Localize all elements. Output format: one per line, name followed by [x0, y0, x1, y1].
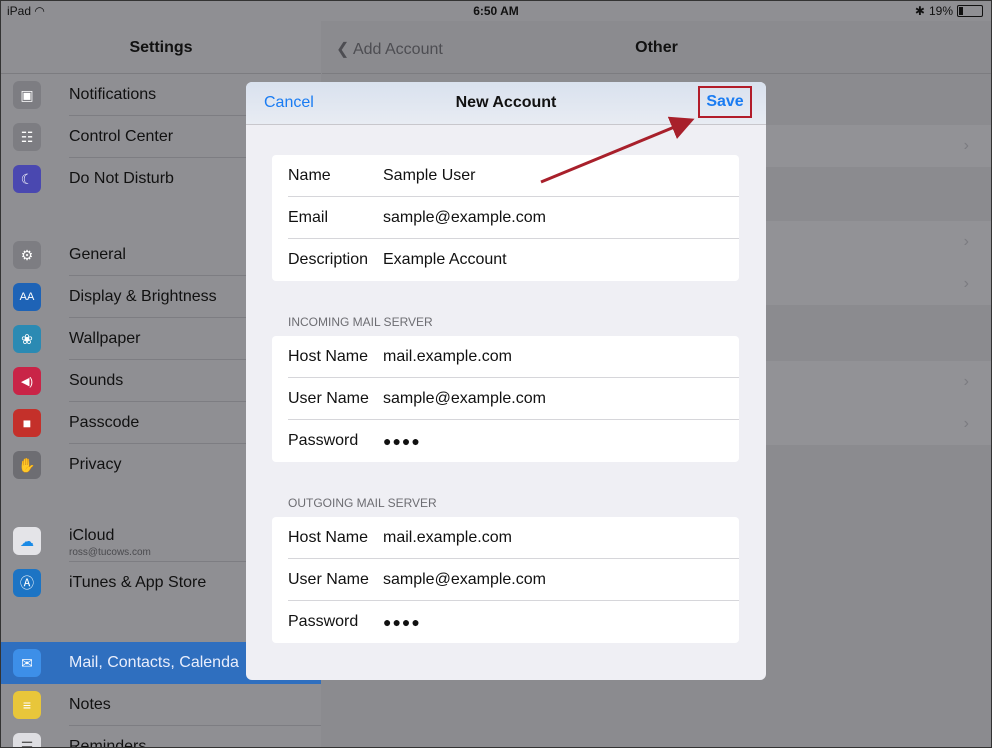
field-value[interactable]: ●●●●: [383, 614, 421, 630]
sidebar-header: Settings: [1, 21, 321, 74]
field-value[interactable]: sample@example.com: [383, 209, 546, 227]
sidebar-item-label: iCloud: [69, 527, 115, 544]
description-field[interactable]: Description Example Account: [272, 239, 739, 281]
detail-header: ❮ Add Account Other: [322, 21, 991, 74]
battery-percent: 19%: [928, 4, 953, 18]
sidebar-item-label: Do Not Disturb: [69, 170, 174, 187]
field-label: Name: [288, 167, 331, 184]
field-label: Description: [288, 251, 369, 268]
mail-icon: ✉: [13, 649, 41, 677]
chevron-right-icon: ›: [963, 275, 969, 292]
field-label: Host Name: [288, 529, 369, 546]
sidebar-item-label: Privacy: [69, 456, 122, 473]
sidebar-item-label: Passcode: [69, 414, 140, 431]
sidebar-item-label: Control Center: [69, 128, 174, 145]
incoming-section-title: INCOMING MAIL SERVER: [288, 315, 433, 329]
lock-icon: ■: [13, 409, 41, 437]
dialog-title: New Account: [455, 94, 557, 111]
sidebar-item-label: iTunes & App Store: [69, 574, 207, 591]
gear-icon: ⚙: [13, 241, 41, 269]
status-bar: iPad ◠ 6:50 AM ✱ 19%: [1, 1, 991, 21]
field-value[interactable]: sample@example.com: [383, 390, 546, 408]
field-label: Host Name: [288, 348, 369, 365]
wallpaper-icon: ❀: [13, 325, 41, 353]
name-field[interactable]: Name Sample User: [272, 155, 739, 197]
reminders-icon: ☰: [13, 733, 41, 747]
incoming-server-group: Host Name mail.example.com User Name sam…: [272, 336, 739, 462]
display-icon: AA: [13, 283, 41, 311]
icloud-icon: ☁: [13, 527, 41, 555]
sidebar-item-label: Sounds: [69, 372, 124, 389]
battery-icon: [957, 5, 983, 17]
sidebar-item-notes[interactable]: ≡ Notes: [1, 684, 321, 726]
chevron-right-icon: ›: [963, 415, 969, 432]
ipad-screen: iPad ◠ 6:50 AM ✱ 19% Settings ▣ Notifica…: [0, 0, 992, 748]
notifications-icon: ▣: [13, 81, 41, 109]
battery-status: ✱ 19%: [915, 4, 983, 18]
outgoing-username-field[interactable]: User Name sample@example.com: [272, 559, 739, 601]
chevron-right-icon: ›: [963, 373, 969, 390]
clock: 6:50 AM: [473, 4, 519, 18]
chevron-right-icon: ›: [963, 137, 969, 154]
sidebar-item-label: Reminders: [69, 738, 147, 748]
detail-title: Other: [635, 39, 678, 56]
dialog-header: Cancel New Account Save: [246, 82, 766, 125]
hand-icon: ✋: [13, 451, 41, 479]
new-account-dialog: Cancel New Account Save Name Sample User…: [246, 82, 766, 680]
moon-icon: ☾: [13, 165, 41, 193]
incoming-password-field[interactable]: Password ●●●●: [272, 420, 739, 462]
sidebar-item-label: Notifications: [69, 86, 157, 103]
app-store-icon: Ⓐ: [13, 569, 41, 597]
field-value[interactable]: Example Account: [383, 251, 507, 269]
bluetooth-icon: ✱: [914, 4, 925, 18]
account-info-group: Name Sample User Email sample@example.co…: [272, 155, 739, 281]
outgoing-password-field[interactable]: Password ●●●●: [272, 601, 739, 643]
sidebar-item-label: Mail, Contacts, Calenda: [69, 654, 239, 671]
field-value[interactable]: mail.example.com: [383, 348, 512, 366]
speaker-icon: ◀): [13, 367, 41, 395]
sidebar-item-label: Wallpaper: [69, 330, 141, 347]
incoming-username-field[interactable]: User Name sample@example.com: [272, 378, 739, 420]
control-center-icon: ☷: [13, 123, 41, 151]
field-value[interactable]: ●●●●: [383, 433, 421, 449]
chevron-right-icon: ›: [963, 233, 969, 250]
sidebar-item-reminders[interactable]: ☰ Reminders: [1, 726, 321, 748]
sidebar-title: Settings: [129, 39, 193, 56]
sidebar-item-label: Notes: [69, 696, 111, 713]
field-label: Password: [288, 613, 359, 630]
sidebar-item-label: Display & Brightness: [69, 288, 217, 305]
incoming-host-field[interactable]: Host Name mail.example.com: [272, 336, 739, 378]
outgoing-host-field[interactable]: Host Name mail.example.com: [272, 517, 739, 559]
notes-icon: ≡: [13, 691, 41, 719]
outgoing-section-title: OUTGOING MAIL SERVER: [288, 496, 437, 510]
save-button[interactable]: Save: [698, 86, 752, 118]
email-field[interactable]: Email sample@example.com: [272, 197, 739, 239]
field-label: User Name: [288, 390, 369, 407]
field-label: Password: [288, 432, 359, 449]
sidebar-item-sublabel: ross@tucows.com: [69, 547, 151, 558]
outgoing-server-group: Host Name mail.example.com User Name sam…: [272, 517, 739, 643]
field-value[interactable]: Sample User: [383, 167, 475, 185]
field-label: Email: [288, 209, 329, 226]
field-value[interactable]: mail.example.com: [383, 529, 512, 547]
field-value[interactable]: sample@example.com: [383, 571, 546, 589]
sidebar-item-label: General: [69, 246, 126, 263]
field-label: User Name: [288, 571, 369, 588]
